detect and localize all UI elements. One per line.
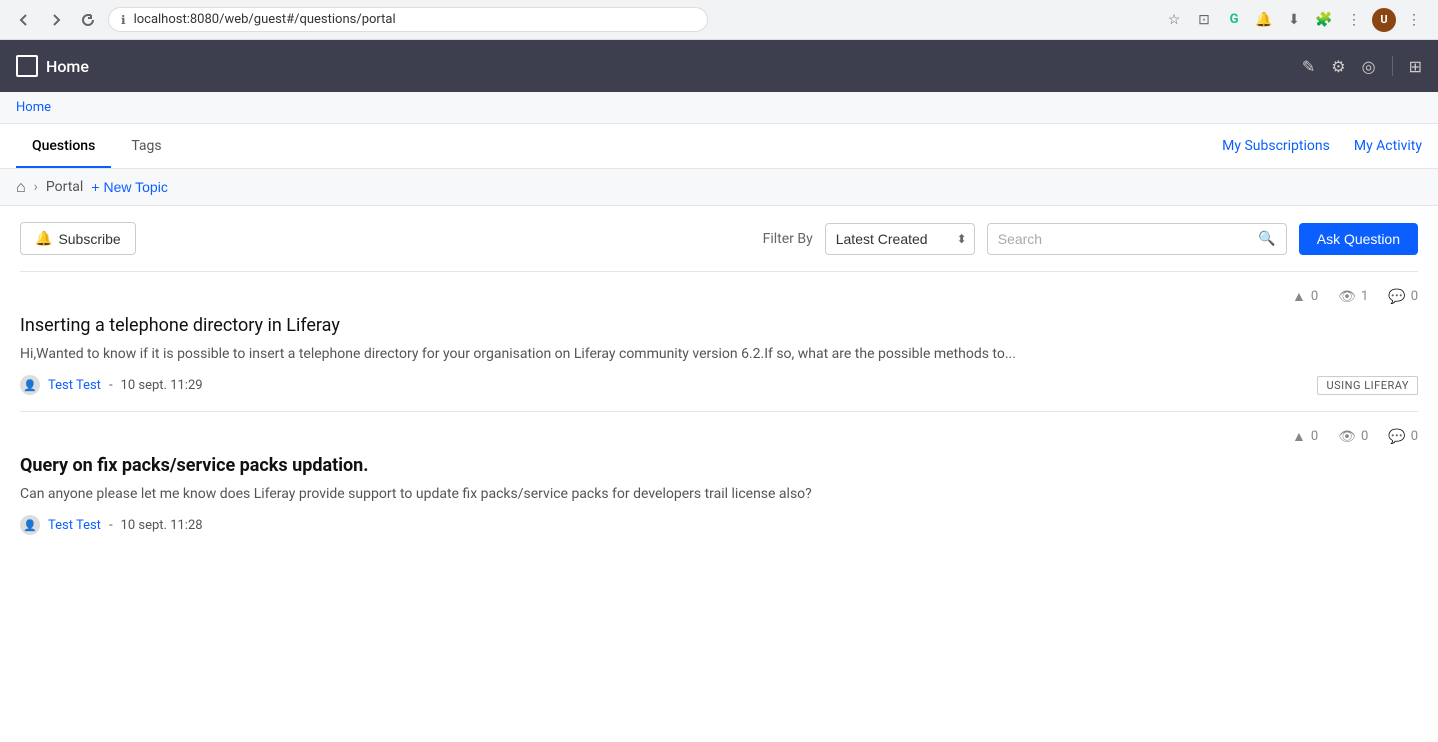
app-logo[interactable]: Home <box>16 55 89 77</box>
comments-stat: 💬 0 <box>1388 429 1418 445</box>
comment-icon: 💬 <box>1388 289 1405 305</box>
filter-select[interactable]: Latest Created Latest Edited Most Voted … <box>825 223 975 255</box>
my-activity-link[interactable]: My Activity <box>1354 138 1422 154</box>
sub-header: ⌂ › Portal + New Topic <box>0 169 1438 206</box>
subscribe-label: Subscribe <box>58 231 120 247</box>
comment-icon: 💬 <box>1388 429 1405 445</box>
portal-breadcrumb: Portal <box>46 179 83 195</box>
eye-icon: 👁 <box>1338 289 1356 305</box>
author-name[interactable]: Test Test <box>48 378 101 393</box>
grammarly-icon[interactable]: G <box>1222 8 1246 32</box>
tabs-bar: Questions Tags My Subscriptions My Activ… <box>0 124 1438 169</box>
question-title[interactable]: Inserting a telephone directory in Lifer… <box>20 315 1418 336</box>
comments-count: 0 <box>1411 429 1418 444</box>
user-avatar[interactable]: U <box>1372 8 1396 32</box>
star-icon[interactable]: ☆ <box>1162 8 1186 32</box>
top-breadcrumb: Home <box>0 92 1438 124</box>
new-topic-label: New Topic <box>104 179 168 195</box>
table-row: ▲ 0 👁 1 💬 0 Inserting a telephone direct… <box>20 271 1418 411</box>
avatar-icon: 👤 <box>23 379 37 392</box>
question-footer: 👤 Test Test - 10 sept. 11:29 USING LIFER… <box>20 375 1418 395</box>
compass-icon[interactable]: ◎ <box>1362 57 1376 76</box>
app-title: Home <box>46 57 89 76</box>
question-author: 👤 Test Test - 10 sept. 11:29 <box>20 375 203 395</box>
author-name[interactable]: Test Test <box>48 518 101 533</box>
bell-subscribe-icon: 🔔 <box>35 230 52 247</box>
question-tag[interactable]: USING LIFERAY <box>1317 376 1418 395</box>
browser-chrome: ℹ localhost:8080/web/guest#/questions/po… <box>0 0 1438 40</box>
votes-count: 0 <box>1311 289 1318 304</box>
app-header: Home ✎ ⚙ ◎ ⊞ <box>0 40 1438 92</box>
edit-icon[interactable]: ✎ <box>1302 57 1315 76</box>
url-text: localhost:8080/web/guest#/questions/port… <box>134 12 396 27</box>
question-meta-top: ▲ 0 👁 1 💬 0 <box>20 288 1418 305</box>
views-count: 1 <box>1361 289 1368 304</box>
author-date-separator: - <box>109 518 113 533</box>
question-date: 10 sept. 11:29 <box>121 378 203 393</box>
question-author: 👤 Test Test - 10 sept. 11:28 <box>20 515 203 535</box>
header-divider <box>1392 56 1393 76</box>
votes-stat: ▲ 0 <box>1292 428 1318 445</box>
question-title[interactable]: Query on fix packs/service packs updatio… <box>20 455 1418 476</box>
ask-question-label: Ask Question <box>1317 231 1400 247</box>
votes-count: 0 <box>1311 429 1318 444</box>
bell-icon[interactable]: 🔔 <box>1252 8 1276 32</box>
tabs-right-links: My Subscriptions My Activity <box>1222 138 1422 154</box>
comments-count: 0 <box>1411 289 1418 304</box>
filter-section: Filter By Latest Created Latest Edited M… <box>763 223 1418 255</box>
question-excerpt: Can anyone please let me know does Lifer… <box>20 484 1418 505</box>
ask-question-button[interactable]: Ask Question <box>1299 223 1418 255</box>
votes-stat: ▲ 0 <box>1292 288 1318 305</box>
new-topic-button[interactable]: + New Topic <box>91 179 168 195</box>
question-tags: USING LIFERAY <box>1317 377 1418 393</box>
views-stat: 👁 1 <box>1338 289 1368 305</box>
avatar: 👤 <box>20 515 40 535</box>
search-box: 🔍 <box>987 223 1287 255</box>
tab-questions[interactable]: Questions <box>16 124 111 168</box>
logo-square-icon <box>16 55 38 77</box>
menu-icon[interactable]: ⋮ <box>1342 8 1366 32</box>
breadcrumb-home-link[interactable]: Home <box>16 100 51 115</box>
upvote-icon: ▲ <box>1292 428 1306 445</box>
author-date-separator: - <box>109 378 113 393</box>
reload-button[interactable] <box>76 8 100 32</box>
more-icon[interactable]: ⋮ <box>1402 8 1426 32</box>
upvote-icon: ▲ <box>1292 288 1306 305</box>
avatar-icon: 👤 <box>23 519 37 532</box>
toolbar: 🔔 Subscribe Filter By Latest Created Lat… <box>0 206 1438 271</box>
question-excerpt: Hi,Wanted to know if it is possible to i… <box>20 344 1418 365</box>
address-bar[interactable]: ℹ localhost:8080/web/guest#/questions/po… <box>108 7 708 32</box>
avatar: 👤 <box>20 375 40 395</box>
header-icons: ✎ ⚙ ◎ ⊞ <box>1302 56 1422 76</box>
home-icon[interactable]: ⌂ <box>16 177 26 197</box>
settings-icon[interactable]: ⚙ <box>1331 57 1345 76</box>
my-subscriptions-link[interactable]: My Subscriptions <box>1222 138 1330 154</box>
question-footer: 👤 Test Test - 10 sept. 11:28 <box>20 515 1418 535</box>
puzzle-icon[interactable]: 🧩 <box>1312 8 1336 32</box>
search-icon: 🔍 <box>1258 231 1275 247</box>
eye-icon: 👁 <box>1338 429 1356 445</box>
question-meta-top: ▲ 0 👁 0 💬 0 <box>20 428 1418 445</box>
question-date: 10 sept. 11:28 <box>121 518 203 533</box>
filter-by-label: Filter By <box>763 231 813 247</box>
grid-icon[interactable]: ⊞ <box>1409 57 1422 76</box>
favicon-icon: ℹ <box>121 13 126 27</box>
filter-select-wrapper: Latest Created Latest Edited Most Voted … <box>825 223 975 255</box>
browser-actions: ☆ ⊡ G 🔔 ⬇ 🧩 ⋮ U ⋮ <box>1162 8 1426 32</box>
capture-icon[interactable]: ⊡ <box>1192 8 1216 32</box>
forward-button[interactable] <box>44 8 68 32</box>
download-icon[interactable]: ⬇ <box>1282 8 1306 32</box>
views-count: 0 <box>1361 429 1368 444</box>
questions-list: ▲ 0 👁 1 💬 0 Inserting a telephone direct… <box>0 271 1438 551</box>
comments-stat: 💬 0 <box>1388 289 1418 305</box>
tab-tags[interactable]: Tags <box>115 124 177 168</box>
plus-icon: + <box>91 179 99 195</box>
back-button[interactable] <box>12 8 36 32</box>
search-input[interactable] <box>998 224 1253 254</box>
subscribe-button[interactable]: 🔔 Subscribe <box>20 222 136 255</box>
table-row: ▲ 0 👁 0 💬 0 Query on fix packs/service p… <box>20 411 1418 551</box>
breadcrumb-separator: › <box>34 179 38 195</box>
views-stat: 👁 0 <box>1338 429 1368 445</box>
